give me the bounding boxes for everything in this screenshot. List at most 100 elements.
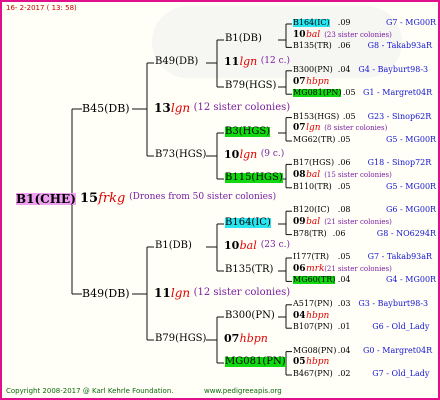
gen2-queen-id: B1(DB) — [155, 240, 192, 251]
gen4-queen-id: B164(IC) — [293, 18, 330, 27]
gen4-queen-id: I177(TR) — [293, 252, 330, 261]
gen4-queen-id: MG081(PN) — [293, 88, 342, 98]
root-queen-id: B1(CHE) — [16, 192, 76, 206]
gen4-origin: G8 - Takab93aR — [367, 41, 433, 51]
gen2-drone-note: (23 c.) — [260, 240, 291, 250]
gen4-drone-line-name: hbpn — [306, 357, 330, 368]
gen4-queen-id: B467(PN) — [293, 369, 333, 378]
gen4-drone-generation: 04 — [293, 310, 306, 321]
gen4-queen-id: B135(TR) — [293, 41, 332, 51]
gen2-drone-note: (12 c.) — [260, 56, 291, 66]
gen3-queen-id: MG081(PN) — [225, 356, 286, 367]
gen2-drone-generation: 07 — [224, 332, 240, 345]
gen2-drone-line-name: lgn — [239, 148, 258, 161]
gen4-queen-id: MG60(TR) — [293, 275, 336, 285]
gen4-number: .06 — [337, 158, 351, 168]
gen4-origin: G7 - MG00R — [386, 18, 437, 27]
gen4-origin: G6 - Old_Lady — [372, 322, 430, 332]
gen4-queen-id: B110(TR) — [293, 181, 332, 191]
gen4-drone-note: (8 sister colonies) — [324, 124, 388, 133]
gen4-number: .05 — [342, 88, 356, 98]
gen4-drone-note: (21 sister colonies) — [324, 264, 392, 273]
gen3-queen-id: B1(DB) — [225, 33, 262, 44]
gen2-queen-id: B79(HGS) — [155, 333, 207, 344]
gen2-queen-id: B73(HGS) — [155, 149, 207, 160]
root-drone-note: (Drones from 50 sister colonies) — [129, 192, 277, 202]
gen3-queen-id: B115(HGS) — [225, 172, 283, 183]
gen4-queen-id: MG08(PN) — [293, 345, 337, 355]
gen2-drone-generation: 10 — [224, 239, 240, 252]
gen4-origin: G6 - MG00R — [386, 205, 437, 215]
gen4-number: .06 — [332, 228, 346, 238]
gen4-queen-id: B78(TR) — [293, 228, 327, 238]
gen1-drone-generation: 11 — [154, 286, 171, 300]
gen4-drone-generation: 05 — [293, 357, 306, 368]
gen2-drone-line-name: lgn — [239, 55, 258, 68]
gen4-drone-generation: 09 — [293, 216, 306, 227]
gen4-number: .04 — [337, 64, 351, 74]
gen3-queen-id: B135(TR) — [225, 264, 274, 275]
gen4-drone-line-name: bal — [306, 29, 321, 40]
gen2-drone-line-name: bal — [239, 239, 257, 252]
root-drone-generation: 15 — [80, 191, 99, 206]
gen3-queen-id: B3(HGS) — [225, 126, 271, 137]
gen4-number: .05 — [342, 111, 356, 121]
gen4-drone-generation: 07 — [293, 123, 306, 134]
gen4-drone-line-name: lgn — [306, 123, 321, 134]
gen3-queen-id: B300(PN) — [225, 310, 275, 321]
gen4-drone-generation: 07 — [293, 76, 306, 87]
gen4-number: .03 — [337, 298, 351, 308]
gen4-queen-id: B120(IC) — [293, 205, 330, 215]
gen4-queen-id: A517(PN) — [293, 298, 333, 308]
gen4-drone-note: (15 sister colonies) — [324, 171, 392, 180]
gen4-drone-line-name: bal — [306, 216, 321, 227]
gen2-drone-note: (9 c.) — [260, 149, 285, 159]
gen4-origin: G7 - Old_Lady — [372, 369, 430, 378]
gen4-number: .04 — [337, 345, 351, 355]
gen4-number: .05 — [337, 252, 351, 261]
gen4-queen-id: B153(HGS) — [293, 111, 340, 121]
gen4-number: .05 — [337, 135, 351, 144]
gen4-drone-line-name: hbpn — [306, 76, 330, 87]
gen2-drone-generation: 11 — [224, 55, 240, 68]
gen4-number: .02 — [337, 369, 351, 378]
gen4-queen-id: MG62(TR) — [293, 135, 336, 144]
gen4-origin: G5 - MG00R — [386, 135, 437, 144]
gen4-origin: G18 - Sinop72R — [367, 158, 432, 168]
gen3-queen-id: B164(IC) — [225, 217, 271, 228]
gen4-origin: G1 - Margret04R — [363, 88, 433, 98]
pedigree-frame: 16- 2-2017 ( 13: 58) B1(CHE) 15 frkg (Drone… — [0, 0, 440, 400]
date-stamp: 16- 2-2017 ( 13: 58) — [6, 4, 77, 12]
root-drone-line-name: frkg — [98, 191, 126, 206]
gen4-number: .06 — [337, 41, 351, 51]
gen4-origin: G8 - NO6294R — [376, 228, 437, 238]
gen4-drone-line-name: mrk — [306, 263, 325, 274]
gen4-origin: G5 - MG00R — [386, 181, 437, 191]
gen4-number: .09 — [337, 18, 351, 27]
copyright-text: Copyright 2008-2017 @ Karl Kehrle Founda… — [6, 387, 174, 395]
gen4-drone-generation: 06 — [293, 263, 306, 274]
gen4-origin: G3 - Bayburt98-3 — [358, 298, 429, 308]
gen4-drone-note: (23 sister colonies) — [324, 30, 392, 39]
gen1-drone-generation: 13 — [154, 101, 171, 115]
gen4-origin: G4 - MG00R — [386, 275, 437, 285]
gen2-drone-line-name: hbpn — [239, 332, 268, 345]
gen4-number: .01 — [337, 322, 351, 332]
gen4-number: .08 — [337, 205, 351, 215]
gen4-drone-line-name: bal — [306, 170, 321, 181]
gen4-number: .04 — [337, 275, 351, 285]
gen4-drone-line-name: hbpn — [306, 310, 330, 321]
gen1-queen-id: B49(DB) — [82, 287, 130, 300]
gen4-queen-id: B17(HGS) — [293, 158, 335, 168]
gen4-origin: G4 - Bayburt98-3 — [358, 64, 429, 74]
website-text: www.pedigreeapis.org — [204, 387, 282, 395]
gen1-queen-id: B45(DB) — [82, 102, 130, 115]
gen4-number: .05 — [337, 181, 351, 191]
gen1-drone-note: (12 sister colonies) — [193, 287, 291, 298]
gen2-drone-generation: 10 — [224, 148, 240, 161]
gen1-drone-line-name: lgn — [170, 286, 191, 300]
gen4-drone-note: (21 sister colonies) — [324, 217, 392, 226]
gen4-queen-id: B300(PN) — [293, 64, 333, 74]
gen4-queen-id: B107(PN) — [293, 322, 333, 332]
gen4-drone-generation: 10 — [293, 29, 306, 40]
